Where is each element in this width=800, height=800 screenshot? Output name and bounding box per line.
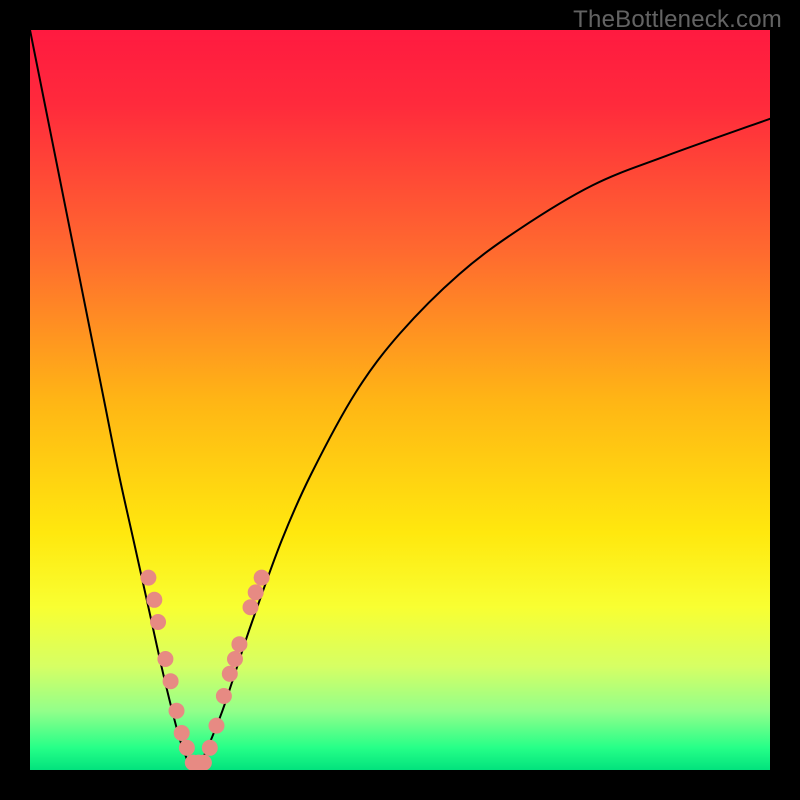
marker-dot bbox=[140, 570, 156, 586]
marker-dot bbox=[254, 570, 270, 586]
marker-dot bbox=[196, 755, 212, 770]
bottleneck-chart bbox=[30, 30, 770, 770]
chart-container: TheBottleneck.com bbox=[0, 0, 800, 800]
marker-dot bbox=[216, 688, 232, 704]
marker-dot bbox=[150, 614, 166, 630]
marker-dot bbox=[202, 740, 218, 756]
marker-dot bbox=[146, 592, 162, 608]
marker-dot bbox=[169, 703, 185, 719]
plot-area bbox=[30, 30, 770, 770]
watermark-label: TheBottleneck.com bbox=[573, 6, 782, 34]
marker-dot bbox=[163, 673, 179, 689]
marker-dot bbox=[179, 740, 195, 756]
marker-dot bbox=[208, 718, 224, 734]
marker-dot bbox=[157, 651, 173, 667]
marker-dot bbox=[227, 651, 243, 667]
marker-dot bbox=[222, 666, 238, 682]
marker-dot bbox=[174, 725, 190, 741]
marker-dot bbox=[248, 584, 264, 600]
marker-dot bbox=[231, 636, 247, 652]
marker-dot bbox=[243, 599, 259, 615]
gradient-background bbox=[30, 30, 770, 770]
